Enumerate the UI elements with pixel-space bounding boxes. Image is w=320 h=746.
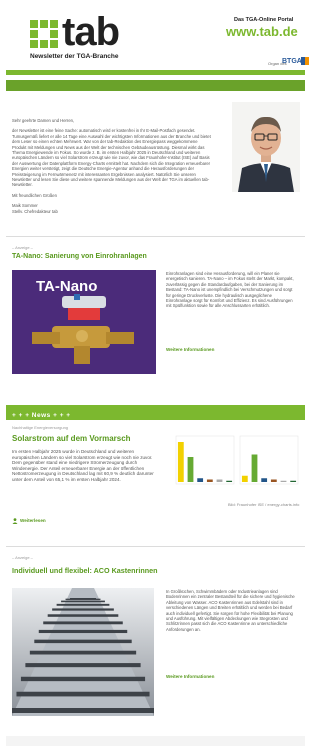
- btga-logo[interactable]: BTGA: [282, 58, 302, 65]
- drain-slot: [65, 598, 101, 600]
- drain-slot: [25, 663, 141, 668]
- chart-panel: [239, 435, 299, 485]
- aco-title[interactable]: Individuell und flexibel: ACO Kastenrinn…: [12, 566, 158, 575]
- chart-caption: Bild: Fraunhofer ISE / energy-charts.inf…: [228, 502, 300, 507]
- chart-bar: [216, 479, 223, 482]
- chart-bar: [280, 480, 287, 482]
- news-text: Im ersten Halbjahr 2025 wurde in Deutsch…: [12, 449, 154, 482]
- intro-body: der Newsletter ist eine feine Sache: aut…: [12, 128, 211, 188]
- aco-more-link[interactable]: Weitere Informationen: [166, 674, 214, 679]
- chart-bar: [290, 480, 297, 482]
- news-title[interactable]: Solarstrom auf dem Vormarsch: [12, 434, 131, 443]
- drain-slot: [12, 708, 154, 713]
- ad-label-aco: – Anzeige –: [12, 555, 33, 560]
- drain-slot: [20, 676, 146, 682]
- drain-slot: [29, 650, 137, 655]
- ad-label-nano: – Anzeige –: [12, 245, 33, 250]
- chart-bar: [226, 480, 233, 482]
- drain-slot: [47, 614, 119, 617]
- intro-greeting: Sehr geehrte Damen und Herren,: [12, 118, 75, 123]
- drain-slot: [34, 639, 132, 644]
- newsletter-header: tab Newsletter der TGA-Branche Das TGA-O…: [6, 6, 309, 68]
- btga-mark-icon: [301, 57, 309, 65]
- nano-text: Einrohranlagen sind eine Herausforderung…: [166, 271, 294, 309]
- chart-bar: [177, 442, 184, 482]
- chart-bar: [261, 478, 268, 482]
- intro-role: Stellv. Chefredakteur tab: [12, 208, 58, 214]
- chart-bar: [197, 478, 204, 482]
- drain-slot: [52, 608, 114, 611]
- news-more-link[interactable]: Weiterlesen: [20, 518, 46, 523]
- header-divider: [6, 70, 305, 75]
- newsletter-page: tab Newsletter der TGA-Branche Das TGA-O…: [0, 0, 309, 746]
- intro-closing: Mit freundlichen Grüßen: [12, 192, 57, 198]
- chart-bar: [206, 479, 213, 482]
- chart-panel: [175, 435, 235, 485]
- chart-bar: [251, 454, 258, 482]
- tab-logo-mark: [30, 20, 58, 48]
- newsletter-subtitle: Newsletter der TGA-Branche: [30, 53, 119, 60]
- nano-title[interactable]: TA-Nano: Sanierung von Einrohranlagen: [12, 253, 147, 260]
- drain-slot: [16, 691, 150, 697]
- separator-1: [6, 236, 305, 237]
- aco-text: In Großküchen, Schwimmbädern oder Indust…: [166, 589, 295, 632]
- header-band: [6, 80, 305, 91]
- nano-more-link[interactable]: Weitere Informationen: [166, 347, 214, 352]
- chart-bar: [241, 475, 248, 482]
- tab-logo-word[interactable]: tab: [62, 12, 120, 52]
- portal-url-link[interactable]: www.tab.de: [226, 24, 298, 39]
- drain-slot: [56, 603, 110, 606]
- drain-slot: [38, 629, 128, 634]
- chart-bar: [270, 479, 277, 482]
- editor-portrait: [232, 102, 300, 192]
- intro-letter: Sehr geehrte Damen und Herren, der Newsl…: [12, 118, 212, 219]
- news-label: + + + News + + +: [12, 412, 71, 419]
- aco-product-image[interactable]: [12, 588, 154, 716]
- valve-illustration: [32, 294, 134, 364]
- footer-band: [6, 736, 305, 746]
- separator-2: [6, 546, 305, 547]
- portal-label: Das TGA-Online Portal: [234, 17, 294, 23]
- nano-product-image[interactable]: TA-Nano: [12, 270, 156, 374]
- energy-chart: [175, 435, 299, 485]
- chart-bar: [187, 457, 194, 482]
- drain-slot: [43, 621, 123, 625]
- people-icon: [12, 518, 18, 524]
- news-category: Nachhaltige Energieversorgung: [12, 425, 69, 430]
- drain-slot: [61, 600, 105, 603]
